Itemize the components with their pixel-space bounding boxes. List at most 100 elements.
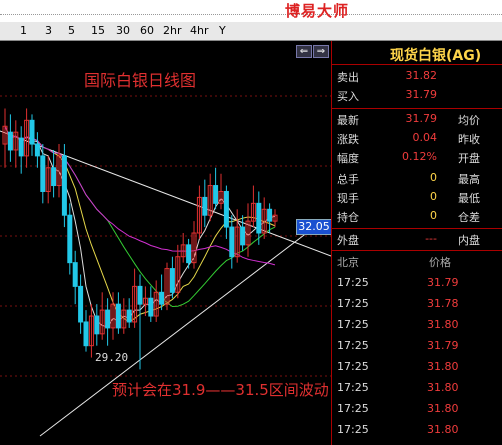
candle-down [213, 185, 219, 204]
period-60[interactable]: 60 [140, 24, 154, 37]
scroll-left-icon[interactable]: ⇐ [296, 45, 312, 58]
candle-down [137, 285, 143, 305]
outer-label: 外盘 [337, 234, 359, 247]
candle-down [223, 190, 229, 228]
period-15[interactable]: 15 [91, 24, 105, 37]
tick-time: 17:25 [337, 423, 369, 436]
candle-down [34, 143, 40, 157]
tick-price: 31.80 [427, 318, 459, 331]
candle-down [61, 155, 67, 216]
sell-label: 卖出 [337, 71, 359, 84]
open-interest-value: 0 [430, 209, 437, 222]
candlestick-chart[interactable]: ⇐ ⇒ 国际白银日线图 29.20 32.05 预计会在31.9——31.5区间波… [0, 41, 332, 445]
open-interest-label: 持仓 [337, 211, 359, 224]
range-row: 幅度 0.12% 开盘 [332, 148, 502, 167]
period-2hr[interactable]: 2hr [163, 24, 182, 37]
candle-down [78, 285, 84, 323]
tick-price: 31.79 [427, 276, 459, 289]
candle-down [40, 155, 46, 192]
change-row: 涨跌 0.04 昨收 [332, 129, 502, 148]
high-label: 最高 [458, 173, 480, 186]
total-label: 总手 [337, 173, 359, 186]
candle-down [256, 202, 262, 234]
tick-price: 31.80 [427, 360, 459, 373]
tick-price: 31.80 [427, 423, 459, 436]
ticks-header: 北京 价格 [332, 252, 502, 271]
avg-label: 均价 [458, 114, 480, 127]
candle-down [202, 196, 208, 216]
open-interest-row: 持仓 0 仓差 [332, 207, 502, 226]
candle-down [7, 131, 13, 151]
total-row: 总手 0 最高 [332, 169, 502, 188]
period-toolbar: 1 3 5 15 30 60 2hr 4hr Y [0, 22, 502, 41]
current-value: 0 [430, 190, 437, 203]
sell-row: 卖出 31.82 [332, 67, 502, 86]
buy-value: 31.79 [405, 88, 438, 101]
last-row: 最新 31.79 均价 [332, 110, 502, 129]
last-value: 31.79 [405, 112, 438, 125]
oi-diff-label: 仓差 [458, 211, 480, 224]
tick-price: 31.78 [427, 297, 459, 310]
banner-title: 博易大师 [285, 2, 350, 20]
forecast-annotation: 预计会在31.9——31.5区间波动 [112, 381, 329, 399]
range-label: 幅度 [337, 152, 359, 165]
candle-down [159, 291, 165, 305]
period-5[interactable]: 5 [68, 24, 75, 37]
tick-time: 17:25 [337, 381, 369, 394]
buy-row: 买入 31.79 [332, 86, 502, 105]
prev-close-label: 昨收 [458, 133, 480, 146]
buy-label: 买入 [337, 90, 359, 103]
candle-down [186, 244, 192, 264]
last-label: 最新 [337, 114, 359, 127]
low-label: 最低 [458, 192, 480, 205]
scroll-right-icon[interactable]: ⇒ [313, 45, 329, 58]
candle-down [29, 119, 35, 145]
tick-time: 17:25 [337, 402, 369, 415]
period-30[interactable]: 30 [116, 24, 130, 37]
candle-down [169, 268, 175, 293]
tick-price: 31.80 [427, 402, 459, 415]
period-3[interactable]: 3 [45, 24, 52, 37]
ticks-time-header: 北京 [337, 256, 359, 269]
inner-label: 内盘 [458, 234, 480, 247]
ticks-price-header: 价格 [429, 256, 451, 269]
scroll-buttons: ⇐ ⇒ [296, 45, 330, 58]
tick-time: 17:25 [337, 339, 369, 352]
candle-down [148, 297, 154, 317]
open-label: 开盘 [458, 152, 480, 165]
outer-value: --- [425, 232, 437, 245]
period-y[interactable]: Y [219, 24, 226, 37]
candle-down [267, 208, 273, 222]
tick-time: 17:25 [337, 276, 369, 289]
candle-down [229, 226, 235, 258]
top-banner: 博易大师 [0, 0, 502, 22]
total-value: 0 [430, 171, 437, 184]
current-label: 现手 [337, 192, 359, 205]
period-4hr[interactable]: 4hr [190, 24, 209, 37]
divider [332, 64, 502, 65]
quote-panel: 现货白银(AG) 卖出 31.82 买入 31.79 最新 31.79 均价 涨… [331, 41, 502, 445]
low-price-label: 29.20 [95, 351, 129, 364]
candle-down [94, 315, 100, 335]
chart-title: 国际白银日线图 [84, 71, 197, 90]
range-value: 0.12% [402, 150, 437, 163]
outer-row: 外盘 --- 内盘 [332, 230, 502, 249]
candle-down [67, 214, 73, 264]
candle-down [115, 303, 121, 329]
candle-down [83, 321, 89, 347]
current-price-tag: 32.05 [296, 219, 332, 235]
current-row: 现手 0 最低 [332, 188, 502, 207]
candle-down [240, 226, 246, 246]
chart-grid [0, 95, 331, 377]
instrument-name: 现货白银(AG) [390, 48, 482, 64]
candle-down [18, 137, 24, 157]
tick-time: 17:25 [337, 318, 369, 331]
candle-down [126, 309, 132, 323]
tick-time: 17:25 [337, 360, 369, 373]
divider [332, 228, 502, 229]
tick-price: 31.79 [427, 339, 459, 352]
banner-divider [0, 0, 502, 15]
divider [332, 250, 502, 251]
candle-down [51, 167, 57, 187]
period-1[interactable]: 1 [20, 24, 27, 37]
